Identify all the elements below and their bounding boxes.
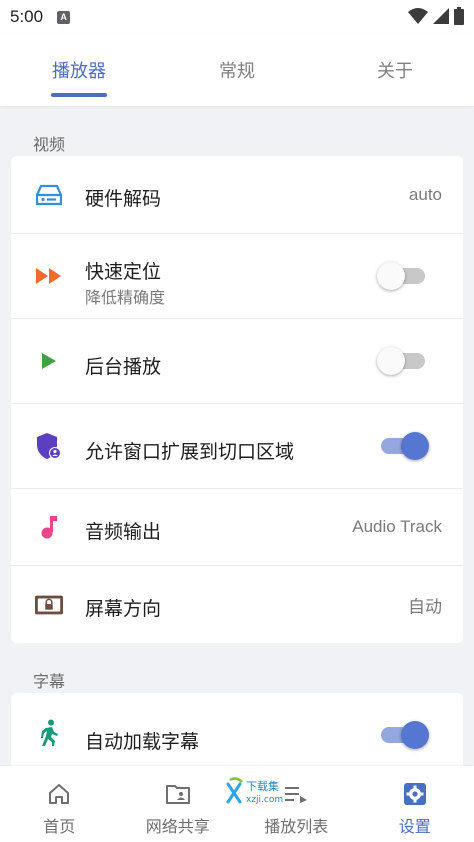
setting-audio-output[interactable]: 音频输出 Audio Track [11, 489, 463, 566]
signal-icon [433, 8, 449, 24]
tab-general-label: 常规 [219, 61, 255, 81]
setting-title: 音频输出 [85, 522, 162, 543]
music-note-icon [35, 513, 63, 541]
setting-value: 自动 [408, 597, 442, 616]
top-tab-bar: 播放器 常规 关于 [0, 34, 474, 106]
switch-thumb [401, 432, 429, 460]
setting-title: 允许窗口扩展到切口区域 [85, 442, 295, 463]
setting-screen-orientation[interactable]: 屏幕方向 自动 [11, 566, 463, 643]
setting-fast-seek[interactable]: 快速定位 降低精确度 [11, 234, 463, 319]
tab-general[interactable]: 常规 [158, 34, 316, 106]
watermark-logo: 下载集 xzji.com [226, 776, 312, 810]
setting-value: Audio Track [352, 517, 442, 536]
tab-player-label: 播放器 [52, 61, 106, 81]
tab-player[interactable]: 播放器 [0, 34, 158, 106]
setting-title: 自动加载字幕 [85, 732, 200, 753]
wifi-icon [408, 8, 428, 24]
setting-title: 后台播放 [85, 357, 162, 378]
tab-about-label: 关于 [377, 61, 413, 81]
status-time: 5:00 [10, 7, 44, 26]
switch-thumb [401, 721, 429, 749]
setting-auto-load-subtitles[interactable]: 自动加载字幕 [11, 693, 463, 773]
nav-label: 设置 [398, 819, 431, 836]
display-cutout-toggle[interactable] [379, 432, 429, 460]
status-icons [408, 7, 464, 25]
video-settings-card: 硬件解码 auto 快速定位 降低精确度 后台播放 允许窗口扩展到切口区域 音频… [11, 156, 463, 643]
setting-hardware-decode[interactable]: 硬件解码 auto [11, 156, 463, 234]
battery-icon [454, 7, 464, 25]
watermark-text: 下载集 [246, 779, 279, 793]
hardware-decode-icon [35, 181, 63, 209]
setting-title: 硬件解码 [85, 189, 162, 210]
nav-label: 播放列表 [264, 819, 329, 836]
tab-indicator [51, 93, 107, 97]
watermark-domain: xzji.com [246, 795, 283, 805]
background-play-toggle[interactable] [377, 347, 427, 375]
shared-folder-icon [165, 782, 190, 806]
home-icon [47, 782, 71, 806]
nav-network-share[interactable]: 网络共享 [119, 766, 238, 842]
setting-background-play[interactable]: 后台播放 [11, 319, 463, 404]
section-title-subtitles: 字幕 [33, 674, 66, 691]
nav-home[interactable]: 首页 [0, 766, 119, 842]
setting-display-cutout[interactable]: 允许窗口扩展到切口区域 [11, 404, 463, 489]
subtitle-settings-card: 自动加载字幕 [11, 693, 463, 773]
section-title-video: 视频 [33, 137, 66, 154]
fast-forward-icon [35, 262, 63, 290]
nav-settings[interactable]: 设置 [356, 766, 474, 842]
notification-icon: A [57, 10, 71, 24]
settings-icon [403, 782, 427, 806]
tab-about[interactable]: 关于 [316, 34, 474, 106]
nav-label: 网络共享 [145, 819, 210, 836]
switch-thumb [377, 262, 405, 290]
fast-seek-toggle[interactable] [377, 262, 427, 290]
auto-load-subtitles-toggle[interactable] [379, 721, 429, 749]
setting-title: 快速定位 [85, 262, 162, 283]
setting-value: auto [408, 184, 442, 204]
nav-label: 首页 [43, 819, 76, 836]
switch-thumb [377, 347, 405, 375]
play-icon [35, 347, 63, 375]
setting-title: 屏幕方向 [85, 599, 162, 620]
shield-user-icon [35, 432, 63, 460]
screen-rotation-icon [35, 591, 63, 619]
status-bar: 5:00 A [0, 0, 474, 34]
setting-subtitle: 降低精确度 [85, 290, 166, 307]
walking-icon [35, 719, 63, 747]
